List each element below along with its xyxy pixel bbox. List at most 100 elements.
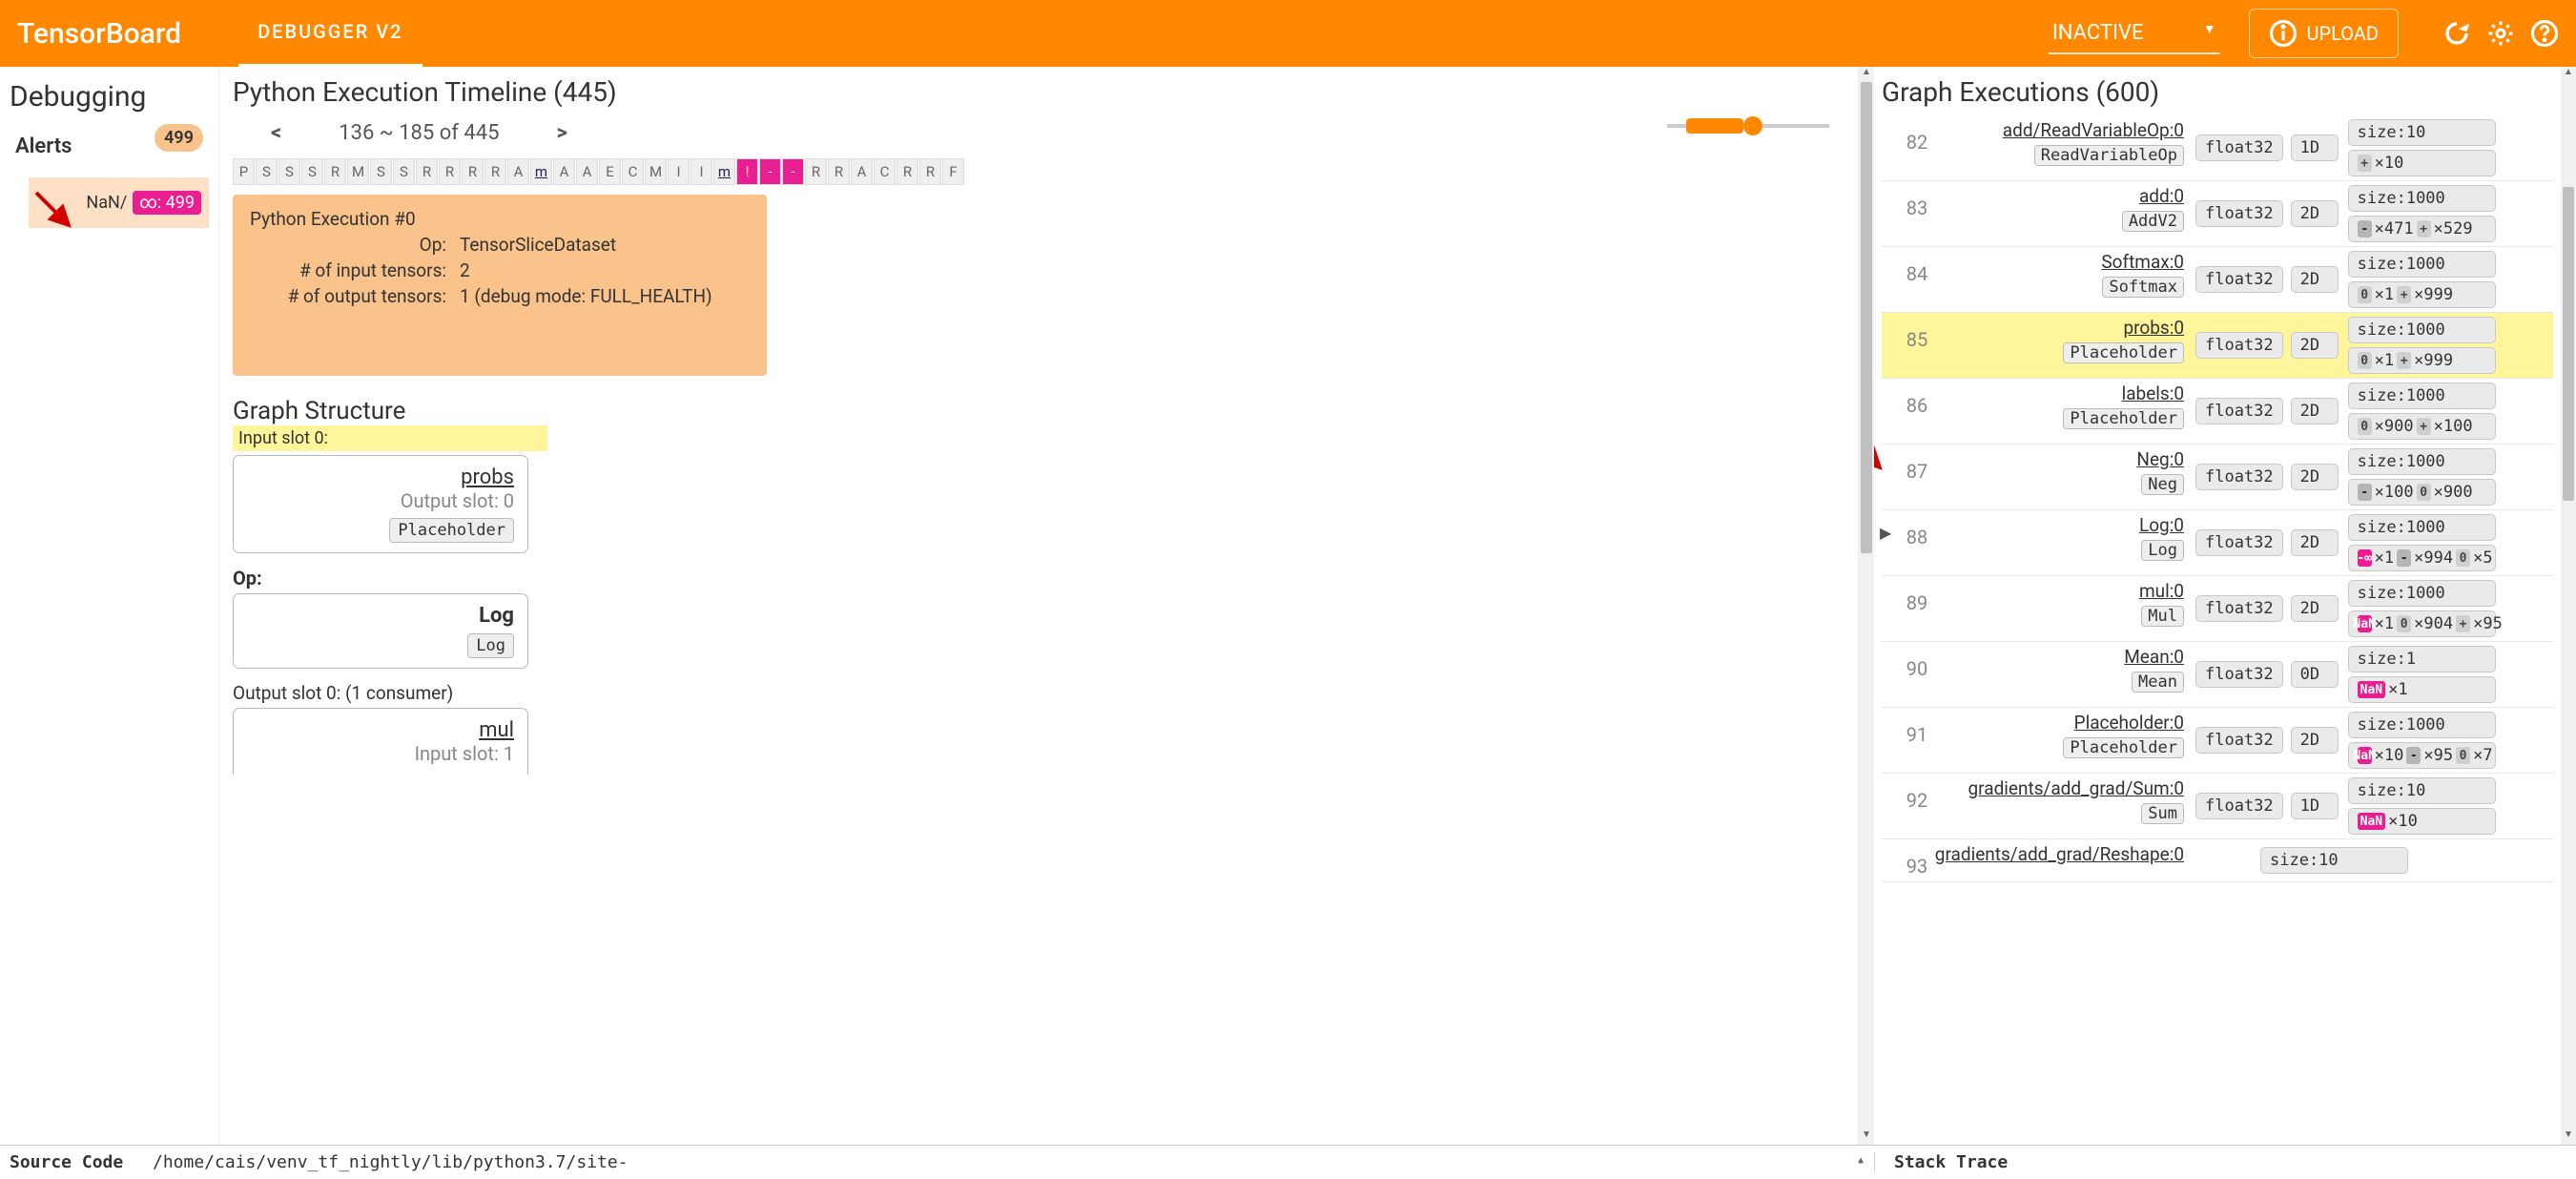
timeline-cell[interactable]: E [599, 158, 621, 185]
timeline-cell[interactable]: m [713, 158, 735, 185]
settings-icon[interactable] [2486, 19, 2515, 48]
timeline-cell[interactable]: R [324, 158, 346, 185]
tensor-name[interactable]: Log:0 [2139, 514, 2184, 536]
timeline-cell[interactable]: R [828, 158, 850, 185]
graph-exec-row[interactable]: 82add/ReadVariableOp:0ReadVariableOpfloa… [1882, 115, 2553, 181]
shape-chip: 2D [2291, 398, 2339, 424]
timeline-cell[interactable]: S [301, 158, 323, 185]
tensor-name[interactable]: Mean:0 [2124, 646, 2184, 668]
timeline-cell[interactable]: M [347, 158, 369, 185]
size-chip: size:1000 [2348, 448, 2496, 475]
shape-chip: 2D [2291, 332, 2339, 359]
timeline-cell[interactable]: C [874, 158, 896, 185]
op-chip: ReadVariableOp [2034, 145, 2184, 166]
timeline-cell[interactable]: C [622, 158, 644, 185]
timeline-cell[interactable]: I [690, 158, 712, 185]
row-index: 83 [1884, 185, 1950, 242]
tensor-name[interactable]: Placeholder:0 [2074, 712, 2184, 734]
graph-exec-row[interactable]: 91Placeholder:0Placeholderfloat322Dsize:… [1882, 708, 2553, 774]
breakdown-chip: NaN×1 0×904 +×95 [2348, 610, 2496, 637]
op-label: Op: [233, 567, 1844, 590]
timeline-cell[interactable]: ! [736, 158, 758, 185]
timeline-cell[interactable]: R [462, 158, 484, 185]
graph-exec-row[interactable]: 87Neg:0Negfloat322Dsize:1000-×100 0×900 [1882, 445, 2553, 510]
tensor-name[interactable]: gradients/add_grad/Reshape:0 [1935, 843, 2184, 865]
op-chip: Neg [2141, 474, 2184, 495]
size-chip: size:1000 [2348, 251, 2496, 278]
timeline-cell[interactable]: A [507, 158, 529, 185]
breakdown-chip: 0×1 +×999 [2348, 347, 2496, 374]
tensor-name[interactable]: probs:0 [2123, 317, 2184, 339]
row-index: 84 [1884, 251, 1950, 308]
timeline-cell[interactable]: R [484, 158, 506, 185]
gs-input-card[interactable]: probs Output slot: 0 Placeholder [233, 455, 528, 553]
tab-debugger[interactable]: DEBUGGER V2 [238, 0, 422, 68]
caret-icon: ▶ [1880, 524, 1891, 542]
timeline-cell[interactable]: S [256, 158, 278, 185]
footer-bar: Source Code /home/cais/venv_tf_nightly/l… [0, 1145, 2576, 1179]
graph-exec-row[interactable]: 85probs:0Placeholderfloat322Dsize:10000×… [1882, 313, 2553, 379]
row-index: 87 [1884, 448, 1950, 506]
run-selector[interactable]: INACTIVE [2049, 13, 2220, 54]
timeline-cell[interactable]: F [942, 158, 964, 185]
timeline-cell[interactable]: m [530, 158, 552, 185]
timeline-cell[interactable]: R [439, 158, 461, 185]
timeline-cell[interactable]: P [233, 158, 255, 185]
shape-chip: 2D [2291, 529, 2339, 556]
timeline-slider[interactable] [1667, 124, 1829, 128]
timeline-cell[interactable]: A [576, 158, 598, 185]
size-chip: size:1000 [2348, 185, 2496, 212]
gs-output-card[interactable]: mul Input slot: 1 [233, 708, 528, 775]
tensor-name[interactable]: mul:0 [2139, 580, 2184, 602]
dtype-chip: float32 [2195, 793, 2283, 819]
tensor-name[interactable]: Softmax:0 [2101, 251, 2184, 273]
timeline-cell[interactable]: S [370, 158, 392, 185]
graph-exec-row[interactable]: 93gradients/add_grad/Reshape:0size:10 [1882, 839, 2553, 882]
graph-exec-row[interactable]: 90Mean:0Meanfloat320Dsize:1NaN×1 [1882, 642, 2553, 708]
row-index: 85 [1884, 317, 1950, 374]
shape-chip: 2D [2291, 727, 2339, 754]
graph-exec-row[interactable]: 92gradients/add_grad/Sum:0Sumfloat321Dsi… [1882, 774, 2553, 839]
tensor-name[interactable]: gradients/add_grad/Sum:0 [1968, 777, 2185, 799]
graph-exec-row[interactable]: ▶88Log:0Logfloat322Dsize:1000-∞×1 -×994 … [1882, 510, 2553, 576]
timeline-cell[interactable]: - [782, 158, 804, 185]
timeline-cell[interactable]: R [416, 158, 438, 185]
timeline-cell[interactable]: S [278, 158, 300, 185]
tensor-name[interactable]: add:0 [2139, 185, 2184, 207]
graphexec-scrollbar[interactable]: ▲ ▼ [2561, 67, 2576, 1145]
row-index: 92 [1884, 777, 1950, 835]
timeline-cell[interactable]: R [919, 158, 941, 185]
alerts-panel: Debugging Alerts 499 NaN/ ∞: 499 [0, 67, 219, 1145]
alerts-total: 499 [155, 124, 203, 152]
scroll-up-icon[interactable]: ▲ [1853, 1155, 1868, 1170]
timeline-cell[interactable]: I [668, 158, 690, 185]
upload-button[interactable]: UPLOAD [2249, 9, 2399, 58]
gs-op-card[interactable]: Log Log [233, 593, 528, 669]
tensor-name[interactable]: labels:0 [2122, 383, 2184, 404]
timeline-cell[interactable]: - [759, 158, 781, 185]
op-chip: Mean [2132, 672, 2184, 693]
help-icon[interactable] [2530, 19, 2559, 48]
section-title: Debugging [0, 76, 218, 117]
timeline-cell[interactable]: R [896, 158, 918, 185]
breakdown-chip: 0×900 +×100 [2348, 413, 2496, 440]
timeline-scrollbar[interactable]: ▲ ▼ [1859, 67, 1874, 1145]
dtype-chip: float32 [2195, 398, 2283, 424]
breakdown-chip: NaN×10 -×95 0×7 [2348, 742, 2496, 769]
tensor-name[interactable]: Neg:0 [2136, 448, 2184, 470]
graph-exec-row[interactable]: 83add:0AddV2float322Dsize:1000-×471 +×52… [1882, 181, 2553, 247]
timeline-cell[interactable]: M [645, 158, 667, 185]
reload-icon[interactable] [2442, 19, 2471, 48]
graph-exec-row[interactable]: 84Softmax:0Softmaxfloat322Dsize:10000×1 … [1882, 247, 2553, 313]
tensor-name[interactable]: add/ReadVariableOp:0 [2003, 119, 2184, 141]
dtype-chip: float32 [2195, 332, 2283, 359]
timeline-cell[interactable]: A [553, 158, 575, 185]
alert-row-nan[interactable]: NaN/ ∞: 499 [29, 177, 209, 228]
timeline-next[interactable]: > [556, 121, 567, 145]
timeline-cell[interactable]: S [393, 158, 415, 185]
timeline-prev[interactable]: < [271, 121, 281, 145]
graph-exec-row[interactable]: 86labels:0Placeholderfloat322Dsize:10000… [1882, 379, 2553, 445]
timeline-cell[interactable]: R [805, 158, 827, 185]
timeline-cell[interactable]: A [851, 158, 873, 185]
graph-exec-row[interactable]: 89mul:0Mulfloat322Dsize:1000NaN×1 0×904 … [1882, 576, 2553, 642]
